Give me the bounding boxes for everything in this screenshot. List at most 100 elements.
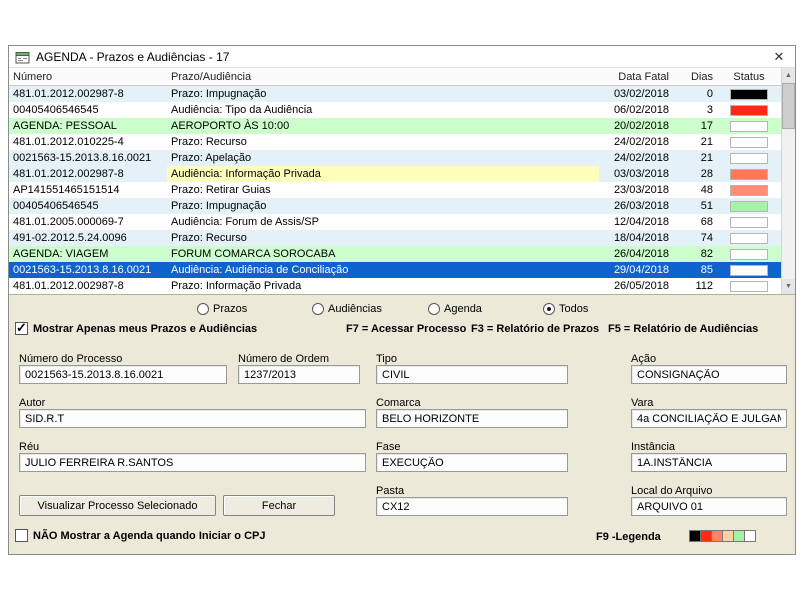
visualizar-processo-button[interactable]: Visualizar Processo Selecionado bbox=[19, 495, 216, 516]
table-row[interactable]: 481.01.2005.000069-7Audiência: Forum de … bbox=[9, 214, 795, 230]
cell-dias: 82 bbox=[673, 246, 717, 262]
cell-prazo-audiencia: Prazo: Apelação bbox=[167, 150, 599, 166]
app-icon bbox=[15, 50, 30, 64]
cell-data-fatal: 03/02/2018 bbox=[599, 86, 673, 102]
status-color-block bbox=[730, 281, 768, 292]
cell-status bbox=[717, 166, 781, 182]
local-arquivo-input[interactable] bbox=[631, 497, 787, 516]
tipo-input[interactable] bbox=[376, 365, 568, 384]
col-prazo[interactable]: Prazo/Audiência bbox=[167, 68, 599, 85]
pasta-input[interactable] bbox=[376, 497, 568, 516]
cell-dias: 112 bbox=[673, 278, 717, 294]
tipo-label: Tipo bbox=[376, 353, 397, 365]
table-row[interactable]: AGENDA: VIAGEMFORUM COMARCA SOROCABA26/0… bbox=[9, 246, 795, 262]
no-show-agenda-checkbox[interactable] bbox=[15, 529, 28, 542]
f7-hint: F7 = Acessar Processo bbox=[346, 323, 466, 335]
window-title: AGENDA - Prazos e Audiências - 17 bbox=[36, 50, 229, 64]
fase-input[interactable] bbox=[376, 453, 568, 472]
cell-numero: 00405406546545 bbox=[9, 198, 167, 214]
cell-numero: 0021563-15.2013.8.16.0021 bbox=[9, 150, 167, 166]
radio-todos[interactable]: Todos bbox=[543, 303, 588, 315]
cell-prazo-audiencia: Audiência: Tipo da Audiência bbox=[167, 102, 599, 118]
cell-numero: 481.01.2012.002987-8 bbox=[9, 86, 167, 102]
fechar-button[interactable]: Fechar bbox=[223, 495, 335, 516]
table-row[interactable]: 0021563-15.2013.8.16.0021Prazo: Apelação… bbox=[9, 150, 795, 166]
autor-input[interactable] bbox=[19, 409, 366, 428]
status-color-block bbox=[730, 153, 768, 164]
cell-data-fatal: 26/05/2018 bbox=[599, 278, 673, 294]
cell-prazo-audiencia: Prazo: Retirar Guias bbox=[167, 182, 599, 198]
scroll-thumb[interactable] bbox=[782, 83, 795, 129]
table-row[interactable]: 481.01.2012.002987-8Prazo: Impugnação03/… bbox=[9, 86, 795, 102]
acao-input[interactable] bbox=[631, 365, 787, 384]
cell-prazo-audiencia: Audiência: Audiência de Conciliação bbox=[167, 262, 599, 278]
cell-numero: 0021563-15.2013.8.16.0021 bbox=[9, 262, 167, 278]
table-row[interactable]: 491-02.2012.5.24.0096Prazo: Recurso18/04… bbox=[9, 230, 795, 246]
vertical-scrollbar[interactable]: ▲ ▼ bbox=[781, 68, 795, 294]
table-row[interactable]: 481.01.2012.002987-8Prazo: Informação Pr… bbox=[9, 278, 795, 294]
comarca-input[interactable] bbox=[376, 409, 568, 428]
status-color-block bbox=[730, 185, 768, 196]
legend-color-square bbox=[744, 530, 756, 542]
pasta-label: Pasta bbox=[376, 485, 404, 497]
cell-data-fatal: 26/04/2018 bbox=[599, 246, 673, 262]
cell-status bbox=[717, 262, 781, 278]
cell-prazo-audiencia: Prazo: Informação Privada bbox=[167, 278, 599, 294]
table-row[interactable]: 0021563-15.2013.8.16.0021Audiência: Audi… bbox=[9, 262, 795, 278]
details-panel: Prazos Audiências Agenda Todos Mostrar A… bbox=[9, 294, 795, 554]
vara-input[interactable] bbox=[631, 409, 787, 428]
radio-audiencias[interactable]: Audiências bbox=[312, 303, 382, 315]
cell-prazo-audiencia: Prazo: Recurso bbox=[167, 134, 599, 150]
status-color-block bbox=[730, 249, 768, 260]
cell-numero: 481.01.2012.002987-8 bbox=[9, 166, 167, 182]
cell-status bbox=[717, 86, 781, 102]
table-row[interactable]: 481.01.2012.002987-8Audiência: Informaçã… bbox=[9, 166, 795, 182]
acao-label: Ação bbox=[631, 353, 656, 365]
cell-dias: 48 bbox=[673, 182, 717, 198]
scroll-up-icon[interactable]: ▲ bbox=[782, 68, 795, 83]
numero-processo-input[interactable] bbox=[19, 365, 227, 384]
show-mine-checkbox[interactable] bbox=[15, 322, 28, 335]
numero-ordem-input[interactable] bbox=[238, 365, 360, 384]
cell-status bbox=[717, 102, 781, 118]
radio-agenda[interactable]: Agenda bbox=[428, 303, 482, 315]
cell-dias: 51 bbox=[673, 198, 717, 214]
cell-prazo-audiencia: Audiência: Informação Privada bbox=[167, 166, 599, 182]
instancia-input[interactable] bbox=[631, 453, 787, 472]
cell-dias: 68 bbox=[673, 214, 717, 230]
table-body: 481.01.2012.002987-8Prazo: Impugnação03/… bbox=[9, 86, 795, 294]
status-color-block bbox=[730, 169, 768, 180]
cell-data-fatal: 24/02/2018 bbox=[599, 150, 673, 166]
cell-dias: 28 bbox=[673, 166, 717, 182]
cell-status bbox=[717, 134, 781, 150]
agenda-window: AGENDA - Prazos e Audiências - 17 ✕ Núme… bbox=[8, 45, 796, 555]
cell-data-fatal: 06/02/2018 bbox=[599, 102, 673, 118]
table-row[interactable]: AP141551465151514Prazo: Retirar Guias23/… bbox=[9, 182, 795, 198]
table-row[interactable]: AGENDA: PESSOALAEROPORTO ÀS 10:0020/02/2… bbox=[9, 118, 795, 134]
scroll-down-icon[interactable]: ▼ bbox=[782, 279, 795, 294]
reu-input[interactable] bbox=[19, 453, 366, 472]
table-row[interactable]: 00405406546545Audiência: Tipo da Audiênc… bbox=[9, 102, 795, 118]
cell-prazo-audiencia: Prazo: Impugnação bbox=[167, 198, 599, 214]
radio-prazos-dot bbox=[197, 303, 209, 315]
radio-todos-dot bbox=[543, 303, 555, 315]
autor-label: Autor bbox=[19, 397, 45, 409]
cell-data-fatal: 29/04/2018 bbox=[599, 262, 673, 278]
col-data-fatal[interactable]: Data Fatal bbox=[599, 68, 673, 85]
status-color-block bbox=[730, 89, 768, 100]
show-mine-label: Mostrar Apenas meus Prazos e Audiências bbox=[33, 323, 257, 335]
status-color-block bbox=[730, 137, 768, 148]
table-row[interactable]: 00405406546545Prazo: Impugnação26/03/201… bbox=[9, 198, 795, 214]
close-icon[interactable]: ✕ bbox=[769, 49, 789, 65]
col-dias[interactable]: Dias bbox=[673, 68, 717, 85]
radio-prazos[interactable]: Prazos bbox=[197, 303, 247, 315]
table-row[interactable]: 481.01.2012.010225-4Prazo: Recurso24/02/… bbox=[9, 134, 795, 150]
f3-hint: F3 = Relatório de Prazos bbox=[471, 323, 599, 335]
cell-prazo-audiencia: Prazo: Impugnação bbox=[167, 86, 599, 102]
col-status[interactable]: Status bbox=[717, 68, 781, 85]
radio-agenda-dot bbox=[428, 303, 440, 315]
cell-status bbox=[717, 230, 781, 246]
cell-dias: 74 bbox=[673, 230, 717, 246]
cell-numero: 481.01.2012.002987-8 bbox=[9, 278, 167, 294]
col-numero[interactable]: Número bbox=[9, 68, 167, 85]
